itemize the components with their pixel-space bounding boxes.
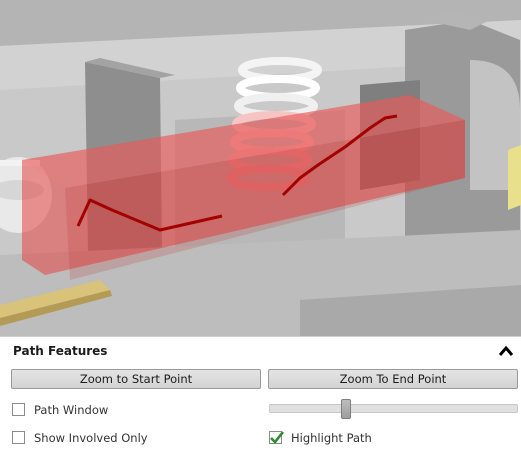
highlight-path-checkbox[interactable] — [269, 431, 285, 444]
path-features-panel: Path Features Zoom to Start Point Zoom T… — [0, 336, 521, 460]
3d-viewport[interactable] — [0, 0, 521, 336]
zoom-to-start-button[interactable]: Zoom to Start Point — [11, 369, 261, 389]
slider-thumb[interactable] — [341, 399, 351, 419]
chevron-up-icon[interactable] — [498, 343, 514, 357]
slider-track — [269, 404, 518, 413]
highlight-path-option[interactable]: Highlight Path — [269, 431, 399, 447]
path-slider[interactable] — [269, 399, 518, 421]
mechanism-render — [0, 0, 521, 336]
show-involved-only-label: Show Involved Only — [34, 431, 148, 445]
highlight-path-label: Highlight Path — [291, 431, 372, 445]
path-window-option[interactable]: Path Window — [12, 403, 142, 419]
show-involved-only-option[interactable]: Show Involved Only — [12, 431, 172, 447]
zoom-to-end-button[interactable]: Zoom To End Point — [268, 369, 518, 389]
checkmark-icon — [270, 431, 285, 444]
panel-title: Path Features — [13, 344, 108, 358]
panel-header: Path Features — [0, 337, 521, 365]
path-window-label: Path Window — [34, 403, 109, 417]
show-involved-only-checkbox[interactable] — [12, 431, 25, 444]
path-window-checkbox[interactable] — [12, 403, 25, 416]
